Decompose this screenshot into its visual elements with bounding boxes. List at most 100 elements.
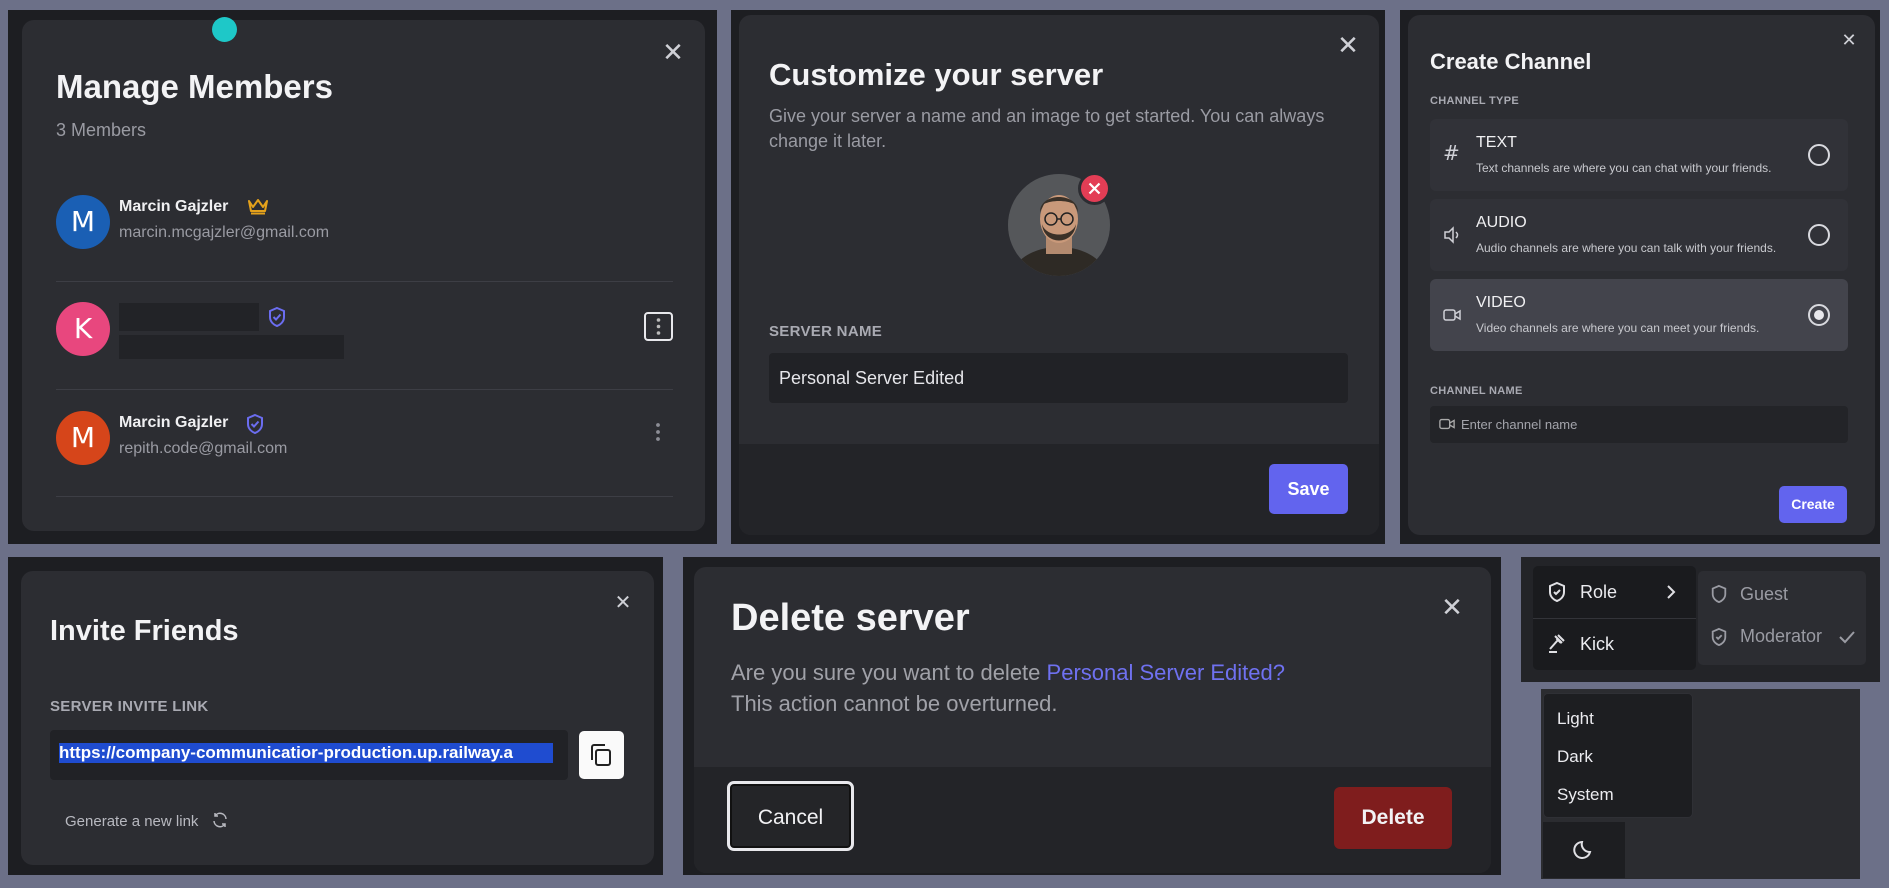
radio-button[interactable] [1808, 144, 1830, 166]
description: Give your server a name and an image to … [769, 106, 1325, 151]
close-icon[interactable]: ✕ [660, 40, 686, 66]
more-vertical-icon[interactable] [646, 420, 670, 449]
avatar: M [56, 411, 110, 465]
server-name-value: Personal Server Edited [779, 368, 965, 388]
channel-name-label: CHANNEL NAME [1430, 385, 1523, 397]
channel-name-placeholder: Enter channel name [1461, 417, 1578, 432]
context-menu: Role Kick [1533, 566, 1696, 670]
menu-item-kick[interactable]: Kick [1533, 619, 1696, 670]
member-count: 3 Members [56, 120, 147, 140]
create-button[interactable]: Create [1779, 486, 1847, 523]
customize-modal: ✕ Customize your server Give your server… [739, 15, 1379, 535]
role-label: Role [1580, 582, 1618, 602]
shield-icon [1547, 581, 1567, 608]
radio-button-selected[interactable] [1808, 304, 1830, 326]
channel-type-desc: Text channels are where you can chat wit… [1476, 161, 1772, 175]
video-icon [1438, 416, 1456, 437]
channel-type-video[interactable]: VIDEO Video channels are where you can m… [1430, 279, 1848, 351]
avatar: K [56, 302, 110, 356]
gavel-icon [1547, 633, 1567, 660]
shield-check-icon [245, 413, 265, 440]
chevron-right-icon [1663, 582, 1679, 607]
page-title: Delete server [731, 597, 970, 639]
channel-type-text[interactable]: # TEXT Text channels are where you can c… [1430, 119, 1848, 191]
shield-check-icon [267, 306, 287, 333]
close-icon[interactable]: ✕ [1335, 33, 1361, 59]
cancel-label: Cancel [757, 806, 824, 829]
invite-link-value: https://company-communicatior-production… [59, 743, 553, 763]
cancel-button[interactable]: Cancel [727, 781, 854, 851]
server-name-input[interactable]: Personal Server Edited [769, 353, 1348, 403]
channel-type-name: VIDEO [1476, 294, 1526, 311]
avatar: M [56, 195, 110, 249]
page-title: Create Channel [1430, 49, 1592, 74]
channel-name-input[interactable]: Enter channel name [1430, 406, 1848, 443]
page-title: Invite Friends [50, 615, 239, 647]
generate-link-label: Generate a new link [65, 812, 199, 830]
speaker-icon [1442, 225, 1462, 250]
channel-type-audio[interactable]: AUDIO Audio channels are where you can t… [1430, 199, 1848, 271]
submenu-item-moderator[interactable]: Moderator [1698, 616, 1866, 661]
radio-button[interactable] [1808, 224, 1830, 246]
delete-question: Are you sure you want to delete Personal… [731, 657, 1471, 719]
server-name-label: SERVER NAME [769, 323, 883, 340]
channel-type-label: CHANNEL TYPE [1430, 95, 1519, 107]
video-icon [1442, 305, 1462, 330]
save-button[interactable]: Save [1269, 464, 1348, 514]
kick-label: Kick [1580, 634, 1615, 654]
member-name: Marcin Gajzler [119, 198, 229, 215]
menu-item-role[interactable]: Role [1533, 566, 1696, 618]
delete-label: Delete [1361, 806, 1425, 829]
channel-type-desc: Video channels are where you can meet yo… [1476, 321, 1760, 335]
submenu-item-guest[interactable]: Guest [1698, 571, 1866, 616]
member-name-redacted [119, 303, 259, 331]
theme-option-system[interactable]: System [1557, 785, 1614, 805]
invite-link-input[interactable]: https://company-communicatior-production… [50, 730, 568, 780]
member-actions-button[interactable] [644, 312, 673, 341]
guest-label: Guest [1740, 584, 1789, 604]
invite-modal: ✕ Invite Friends SERVER INVITE LINK http… [21, 571, 654, 865]
manage-members-modal: ✕ Manage Members 3 Members M Marcin Gajz… [22, 20, 705, 531]
cursor-dot [212, 17, 237, 42]
invite-link-label: SERVER INVITE LINK [50, 698, 209, 715]
theme-toggle-button[interactable] [1543, 822, 1625, 878]
member-email: marcin.mcgajzler@gmail.com [119, 224, 330, 241]
close-icon[interactable]: ✕ [610, 589, 636, 615]
theme-dropdown: Light Dark System [1543, 693, 1693, 818]
channel-type-desc: Audio channels are where you can talk wi… [1476, 241, 1777, 255]
generate-link-button[interactable]: Generate a new link [65, 811, 229, 833]
divider [56, 389, 673, 390]
check-icon [1838, 629, 1856, 650]
close-icon[interactable]: ✕ [1439, 595, 1465, 621]
channel-type-options: # TEXT Text channels are where you can c… [1430, 119, 1848, 359]
copy-icon [591, 744, 611, 766]
page-title: Customize your server [769, 57, 1104, 92]
crown-icon [247, 197, 269, 220]
warning-text: This action cannot be overturned. [731, 691, 1058, 716]
role-submenu: Guest Moderator [1698, 571, 1866, 665]
theme-option-light[interactable]: Light [1557, 709, 1594, 729]
more-vertical-icon [656, 318, 661, 335]
shield-check-icon [1710, 627, 1728, 652]
moon-icon [1572, 838, 1596, 867]
delete-button[interactable]: Delete [1334, 787, 1452, 849]
channel-type-name: TEXT [1476, 134, 1517, 151]
refresh-icon [211, 811, 229, 833]
hash-icon: # [1443, 141, 1460, 165]
page-title: Manage Members [56, 68, 333, 105]
server-name-highlight: Personal Server Edited? [1046, 660, 1285, 685]
divider [56, 281, 673, 282]
member-email-redacted [119, 335, 344, 359]
close-icon [1088, 182, 1101, 195]
shield-icon [1710, 584, 1728, 609]
copy-button[interactable] [579, 731, 624, 779]
delete-modal: ✕ Delete server Are you sure you want to… [694, 567, 1491, 873]
remove-image-button[interactable] [1078, 172, 1111, 205]
moderator-label: Moderator [1740, 626, 1823, 646]
question-text: Are you sure you want to delete [731, 660, 1047, 685]
member-name: Marcin Gajzler [119, 414, 229, 431]
create-channel-modal: ✕ Create Channel CHANNEL TYPE # TEXT Tex… [1408, 15, 1875, 535]
theme-option-dark[interactable]: Dark [1557, 747, 1593, 767]
channel-type-name: AUDIO [1476, 214, 1527, 231]
close-icon[interactable]: ✕ [1836, 28, 1862, 54]
